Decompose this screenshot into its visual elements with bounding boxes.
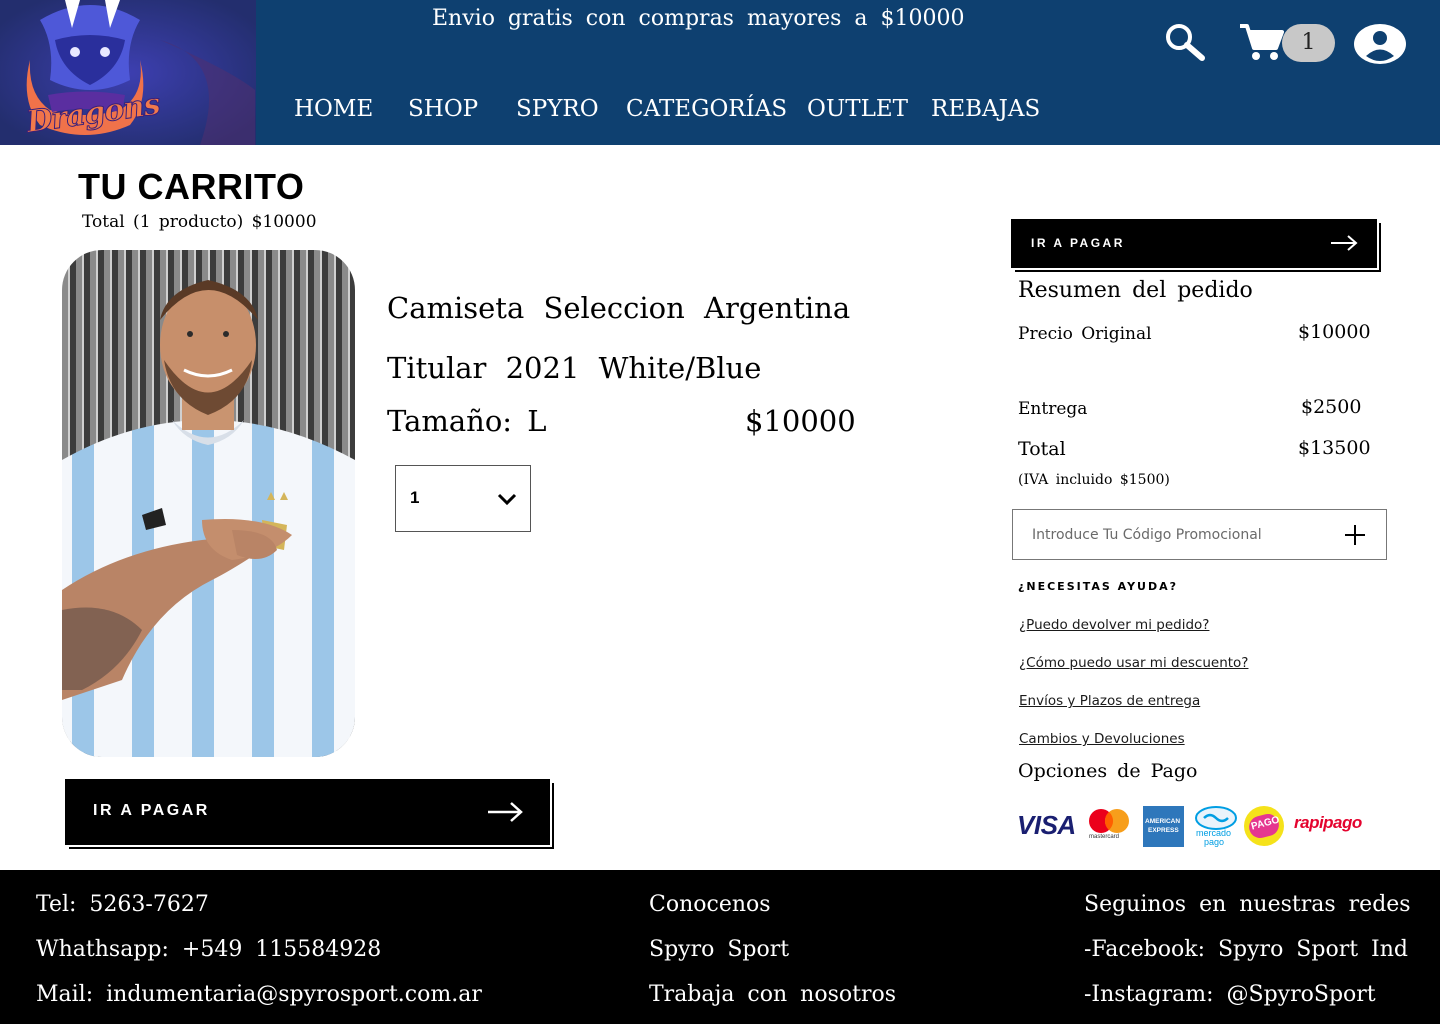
nav-shop[interactable]: SHOP [408,96,478,122]
nav-outlet[interactable]: OUTLET [807,96,908,122]
checkout-button-summary-label: IR A PAGAR [1031,236,1125,250]
help-link-shipping[interactable]: Envíos y Plazos de entrega [1019,693,1200,709]
payment-options-title: Opciones de Pago [1018,760,1198,782]
product-price: $10000 [745,404,856,438]
amex-logo: AMERICAN EXPRESS [1143,806,1184,847]
help-link-discount[interactable]: ¿Cómo puedo usar mi descuento? [1019,655,1248,671]
footer-whatsapp[interactable]: Whathsapp: +549 115584928 [36,937,381,962]
order-summary-title: Resumen del pedido [1018,278,1253,303]
nav-spyro[interactable]: SPYRO [516,96,599,122]
promo-code-field [1012,509,1387,560]
iva-note: (IVA incluido $1500) [1018,472,1170,488]
arrow-right-icon [1330,234,1358,255]
arrow-right-icon [487,801,523,828]
main-nav: HOME SHOP SPYRO CATEGORÍAS OUTLET REBAJA… [0,96,1440,126]
chevron-down-icon [496,488,518,514]
product-name[interactable]: Camiseta Seleccion Argentina Titular 202… [387,278,947,398]
product-image [62,250,355,757]
visa-logo: VISA [1017,810,1076,841]
help-link-return[interactable]: ¿Puedo devolver mi pedido? [1019,617,1209,633]
footer-mail[interactable]: Mail: indumentaria@spyrosport.com.ar [36,982,482,1007]
rapipago-logo: rapipago [1294,813,1362,833]
cart-icon[interactable] [1238,22,1284,66]
cart-title: TU CARRITO [78,166,305,207]
footer-facebook[interactable]: -Facebook: Spyro Sport Ind [1084,937,1408,962]
footer-about-title: Conocenos [649,892,771,917]
help-title: ¿NECESITAS AYUDA? [1018,580,1179,593]
footer-social-title: Seguinos en nuestras redes [1084,892,1411,917]
cart-count-badge[interactable]: 1 [1282,24,1335,62]
quantity-select[interactable]: 1 [395,465,531,532]
nav-rebajas[interactable]: REBAJAS [931,96,1040,122]
footer-link-jobs[interactable]: Trabaja con nosotros [649,982,896,1007]
delivery-label: Entrega [1018,399,1088,419]
cart-total-summary: Total (1 producto) $10000 [82,212,317,232]
mercadopago-logo: mercado pago [1194,806,1238,847]
footer-link-spyro-sport[interactable]: Spyro Sport [649,937,789,962]
footer-instagram[interactable]: -Instagram: @SpyroSport [1084,982,1376,1007]
product-size: Tamaño: L [387,404,547,438]
user-icon[interactable] [1353,23,1407,69]
promo-code-input[interactable] [1032,522,1332,548]
total-value: $13500 [1298,437,1371,459]
free-shipping-banner: Envio gratis con compras mayores a $1000… [432,6,965,31]
rapipago-logo-text: rapipago [1294,813,1362,832]
plus-icon[interactable] [1343,523,1367,551]
checkout-button-label: IR A PAGAR [93,802,210,819]
original-price-label: Precio Original [1018,324,1152,344]
mastercard-logo-text: mastercard [1089,834,1120,840]
total-label: Total [1018,438,1066,460]
amex-logo-line1: AMERICAN [1145,818,1181,825]
help-link-exchanges[interactable]: Cambios y Devoluciones [1019,731,1185,747]
mastercard-logo: mastercard [1088,808,1130,840]
search-icon[interactable] [1164,22,1206,66]
checkout-button[interactable]: IR A PAGAR [65,779,550,845]
delivery-value: $2500 [1301,396,1362,418]
checkout-button-summary[interactable]: IR A PAGAR [1011,219,1377,268]
mercadopago-logo-line2: pago [1204,837,1225,847]
visa-logo-text: VISA [1017,810,1076,840]
original-price-value: $10000 [1298,321,1371,343]
pagofacil-logo: PAGO [1244,806,1284,846]
quantity-value: 1 [410,488,420,507]
nav-categorias[interactable]: CATEGORÍAS [626,96,787,122]
nav-home[interactable]: HOME [294,96,373,122]
site-header: Dragons Envio gratis con compras mayores… [0,0,1440,145]
amex-logo-line2: EXPRESS [1148,827,1179,834]
site-footer: Tel: 5263-7627 Whathsapp: +549 115584928… [0,870,1440,1024]
footer-phone: Tel: 5263-7627 [36,892,209,917]
